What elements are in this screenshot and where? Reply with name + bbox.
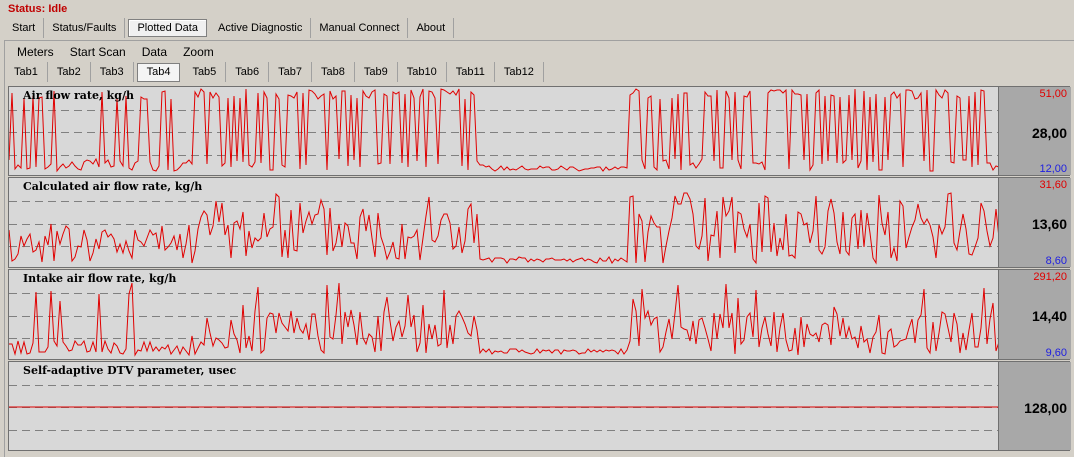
trace-line — [9, 192, 998, 265]
tab-start[interactable]: Start — [4, 18, 45, 38]
menu-data[interactable]: Data — [134, 43, 175, 61]
trace-line — [9, 88, 998, 173]
value-sidebar: 291,20 14,40 9,60 — [999, 270, 1071, 359]
value-sidebar: 128,00 — [999, 362, 1071, 450]
plot-area[interactable]: Calculated air flow rate, kg/h — [9, 178, 999, 267]
current-value: 28,00 — [1031, 125, 1067, 141]
plot-panel-air-flow: Air flow rate, kg/h 51,00 28,00 12,00 — [8, 86, 1071, 176]
status-label: Status: Idle — [8, 3, 68, 15]
current-value: 14,40 — [1031, 308, 1067, 324]
tab-tab1[interactable]: Tab1 — [5, 62, 48, 82]
tab-tab6[interactable]: Tab6 — [226, 62, 270, 82]
current-value: 128,00 — [1024, 400, 1067, 416]
tab-status-faults[interactable]: Status/Faults — [44, 18, 126, 38]
tab-plotted-data[interactable]: Plotted Data — [128, 19, 207, 37]
menu-zoom[interactable]: Zoom — [175, 43, 222, 61]
menu-bar: Meters Start Scan Data Zoom — [9, 43, 222, 61]
max-value: 31,60 — [1039, 179, 1067, 191]
value-sidebar: 31,60 13,60 8,60 — [999, 178, 1071, 267]
tab-tab11[interactable]: Tab11 — [447, 62, 495, 82]
menu-start-scan[interactable]: Start Scan — [62, 43, 134, 61]
plot-panel-dtv-parameter: Self-adaptive DTV parameter, usec 128,00 — [8, 361, 1071, 451]
tab-manual-connect[interactable]: Manual Connect — [311, 18, 409, 38]
plot-title: Self-adaptive DTV parameter, usec — [23, 364, 237, 377]
tab-about[interactable]: About — [408, 18, 455, 38]
min-value: 12,00 — [1039, 163, 1067, 175]
plot-tab-bar: Tab1 Tab2 Tab3 Tab4 Tab5 Tab6 Tab7 Tab8 … — [5, 62, 544, 82]
plot-title: Calculated air flow rate, kg/h — [23, 180, 203, 193]
tab-tab4[interactable]: Tab4 — [136, 62, 181, 82]
min-value: 8,60 — [1045, 255, 1067, 267]
menu-meters[interactable]: Meters — [9, 43, 62, 61]
tab-tab12[interactable]: Tab12 — [495, 62, 544, 82]
tab-tab9[interactable]: Tab9 — [355, 62, 398, 82]
tab-tab8[interactable]: Tab8 — [312, 62, 355, 82]
main-tab-bar: Start Status/Faults Plotted Data Active … — [0, 17, 455, 39]
plot-panel-calculated-air-flow: Calculated air flow rate, kg/h 31,60 13,… — [8, 177, 1071, 268]
value-sidebar: 51,00 28,00 12,00 — [999, 87, 1071, 175]
plot-panel-intake-air-flow: Intake air flow rate, kg/h 291,20 14,40 … — [8, 269, 1071, 360]
tab-tab5[interactable]: Tab5 — [183, 62, 227, 82]
plot-title: Intake air flow rate, kg/h — [23, 272, 177, 285]
plot-svg — [9, 88, 998, 173]
tab-tab3[interactable]: Tab3 — [91, 62, 134, 82]
plot-title: Air flow rate, kg/h — [23, 89, 134, 102]
plot-area[interactable]: Intake air flow rate, kg/h — [9, 270, 999, 359]
tab-tab2[interactable]: Tab2 — [48, 62, 91, 82]
max-value: 51,00 — [1039, 88, 1067, 100]
min-value: 9,60 — [1045, 347, 1067, 359]
tab-active-diagnostic[interactable]: Active Diagnostic — [210, 18, 312, 38]
tab-tab7[interactable]: Tab7 — [269, 62, 313, 82]
plot-area[interactable]: Self-adaptive DTV parameter, usec — [9, 362, 999, 450]
current-value: 13,60 — [1031, 216, 1067, 232]
tab-tab10[interactable]: Tab10 — [398, 62, 447, 82]
plot-area[interactable]: Air flow rate, kg/h — [9, 87, 999, 175]
max-value: 291,20 — [1033, 271, 1067, 283]
